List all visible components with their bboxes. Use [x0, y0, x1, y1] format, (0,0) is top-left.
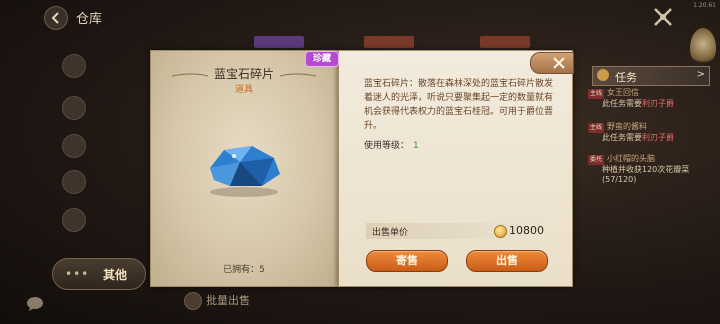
category-tab-4[interactable] [62, 170, 86, 194]
gold-coin-icon [494, 225, 507, 238]
more-dots-icon: ••• [65, 267, 90, 281]
quest-item[interactable]: 委托 小红帽的头脑 种植并收获120次花瓣菜(57/120) [588, 154, 708, 185]
sapphire-shard-icon [210, 146, 280, 197]
ornament-divider [172, 73, 316, 77]
consign-button[interactable]: 寄售 [366, 250, 448, 272]
sell-button[interactable]: 出售 [466, 250, 548, 272]
quest-item[interactable]: 主线 野蛮的酱料 此任务需要利刃子爵 [588, 122, 708, 143]
close-icon [553, 57, 565, 69]
inventory-strip [150, 30, 620, 50]
category-tab-other[interactable]: ••• 其他 [52, 258, 146, 290]
page-title: 仓库 [76, 12, 103, 27]
flower-icon [690, 28, 716, 68]
quest-panel: 任务 > 主线 女王回信 此任务需要利刃子爵 主线 野蛮的酱料 此任务需要利刃子爵 … [578, 66, 710, 196]
quest-icon [597, 69, 609, 81]
category-tab-1[interactable] [62, 54, 86, 78]
price-label: 出售单价 [372, 228, 409, 238]
category-tab-2[interactable] [62, 96, 86, 120]
price-value: 10800 [509, 224, 544, 237]
compass-close-icon[interactable] [652, 6, 674, 28]
sell-price-row: 出售单价 10800 [366, 223, 544, 239]
quest-item[interactable]: 主线 女王回信 此任务需要利刃子爵 [588, 88, 708, 109]
category-tab-3[interactable] [62, 134, 86, 158]
close-button[interactable] [530, 52, 574, 74]
item-description: 蓝宝石碎片：散落在森林深处的蓝宝石碎片散发着迷人的光泽，听说只要聚集起一定的数量… [364, 79, 554, 131]
quest-arrow-icon: > [696, 69, 705, 80]
quest-header[interactable]: 任务 > [592, 66, 710, 86]
category-other-label: 其他 [103, 268, 128, 282]
owned-count: 已拥有：5 [223, 265, 265, 275]
version-label: 1.20.61 [693, 2, 716, 9]
top-bar: 仓库 1.20.61 [0, 0, 720, 68]
chat-icon[interactable] [26, 296, 44, 312]
item-type: 道具 [234, 85, 253, 95]
back-icon[interactable] [44, 6, 68, 30]
category-sidebar: ••• 其他 [48, 36, 146, 291]
use-level: 使用等级： 1 [364, 141, 419, 151]
bulk-sell-button[interactable]: 批量出售 [184, 292, 250, 310]
category-tab-5[interactable] [62, 208, 86, 232]
bulk-sell-icon [184, 292, 202, 310]
quest-title: 任务 [615, 71, 637, 84]
